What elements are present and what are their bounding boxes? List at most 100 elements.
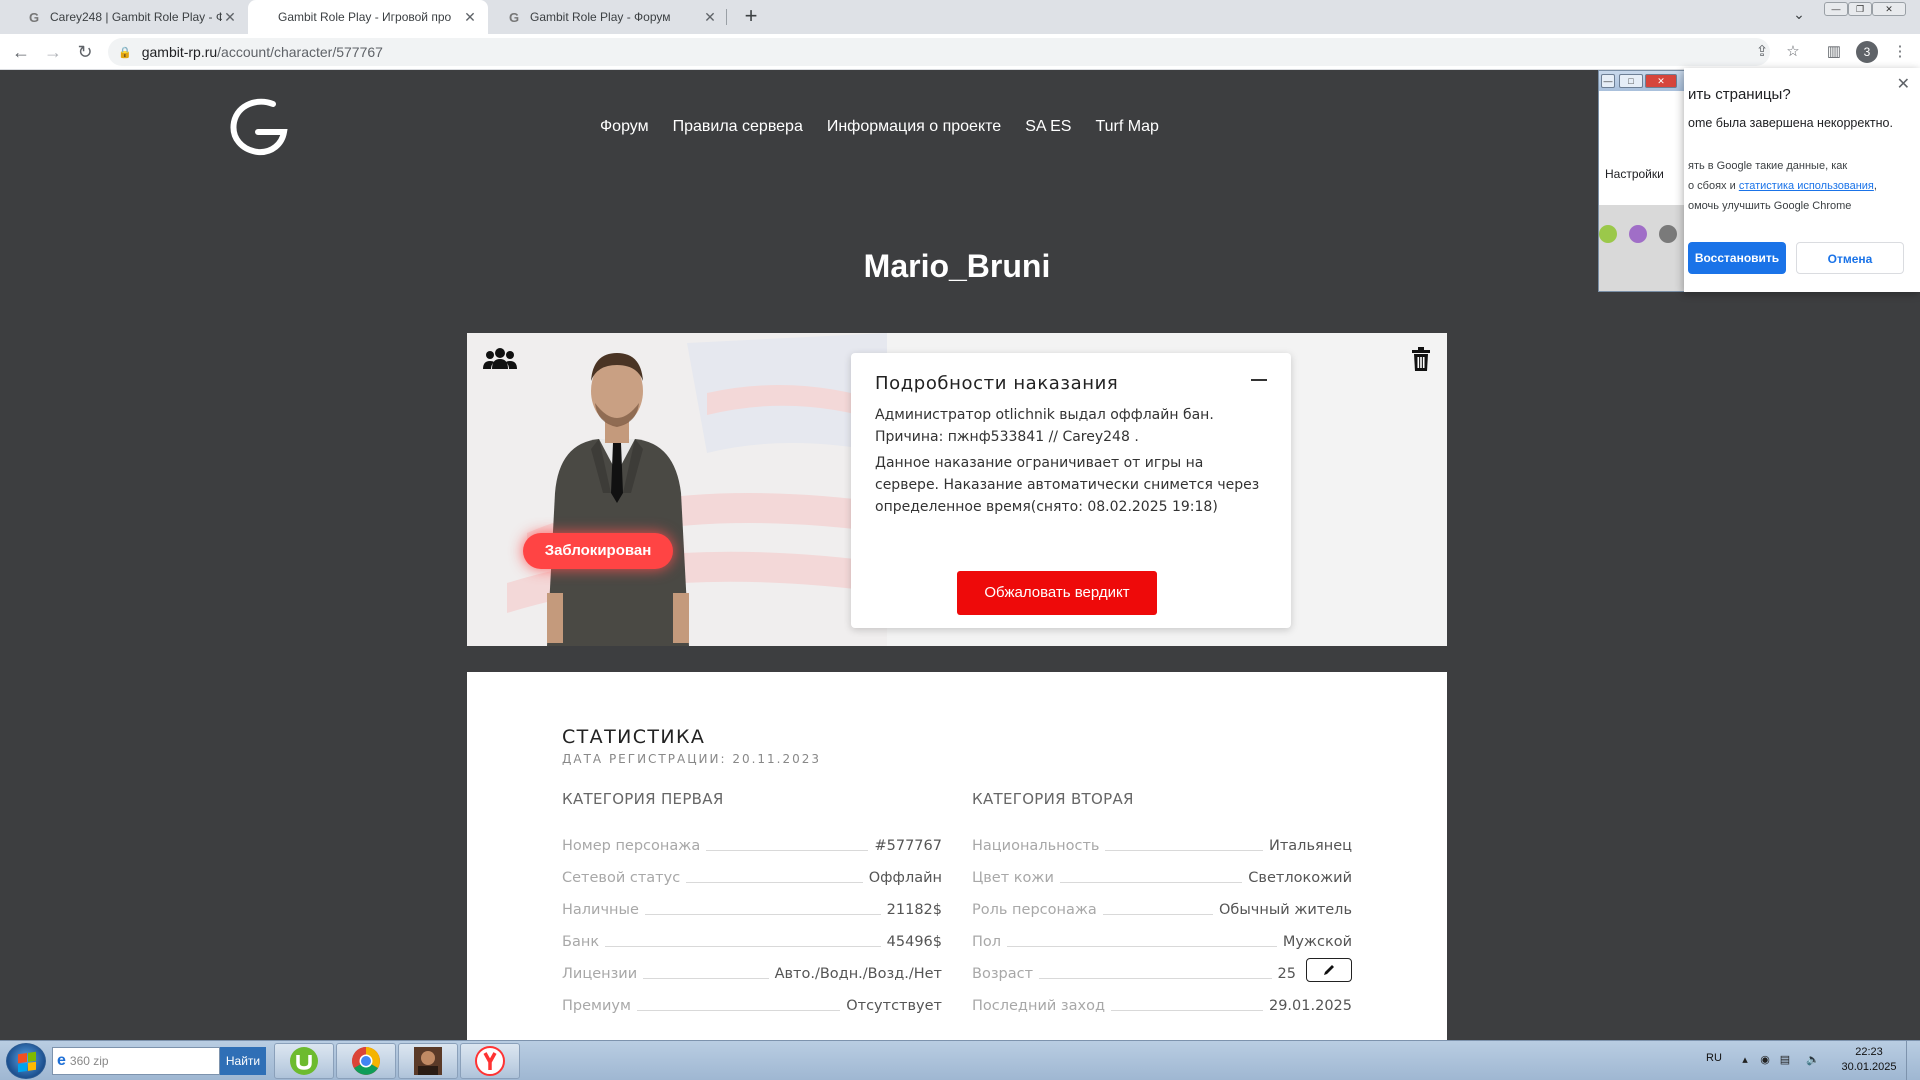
close-tab-icon[interactable]: ✕ bbox=[222, 9, 238, 26]
close-tab-icon[interactable]: ✕ bbox=[462, 9, 478, 26]
taskbar-search-input[interactable]: e 360 zip bbox=[52, 1047, 220, 1075]
blocked-status-badge: Заблокирован bbox=[523, 533, 673, 569]
taskbar-yandex[interactable] bbox=[460, 1043, 520, 1079]
green-swatch-icon[interactable] bbox=[1599, 225, 1617, 243]
trash-delete-icon[interactable] bbox=[1411, 347, 1431, 371]
close-tab-icon[interactable]: ✕ bbox=[702, 9, 718, 26]
nav-project-info[interactable]: Информация о проекте bbox=[827, 118, 1001, 136]
popup-details-line: омочь улучшить Google Chrome bbox=[1688, 200, 1852, 212]
stat-row-network-status: Сетевой статус Оффлайн bbox=[562, 854, 942, 886]
stat-value: Обычный житель bbox=[1219, 902, 1352, 918]
back-arrow-icon[interactable]: ← bbox=[10, 41, 32, 63]
show-desktop-button[interactable] bbox=[1906, 1041, 1920, 1080]
edit-age-button[interactable] bbox=[1306, 958, 1352, 982]
stat-label: Пол bbox=[972, 934, 1002, 950]
stats-column-second: КАТЕГОРИЯ ВТОРАЯ Национальность Итальянец… bbox=[972, 790, 1352, 1014]
stat-value: Отсутствует bbox=[846, 998, 942, 1014]
column-title: КАТЕГОРИЯ ПЕРВАЯ bbox=[562, 790, 724, 808]
settings-window-titlebar[interactable]: — □ ✕ bbox=[1599, 71, 1685, 91]
leader-line bbox=[1110, 1010, 1263, 1011]
taskbar-chrome[interactable] bbox=[336, 1043, 396, 1079]
tray-show-hidden-icon[interactable]: ▴ bbox=[1738, 1053, 1752, 1067]
nav-sa-es[interactable]: SA ES bbox=[1025, 118, 1071, 136]
share-icon[interactable]: ⇪ bbox=[1752, 42, 1772, 62]
cancel-button[interactable]: Отмена bbox=[1796, 242, 1904, 274]
restore-window-button[interactable]: ❐ bbox=[1848, 2, 1872, 16]
stat-row-character-number: Номер персонажа #577767 bbox=[562, 822, 942, 854]
keyboard-language[interactable]: RU bbox=[1706, 1052, 1722, 1064]
stat-label: Национальность bbox=[972, 838, 1100, 854]
close-popup-icon[interactable]: ✕ bbox=[1897, 74, 1910, 94]
appeal-verdict-button[interactable]: Обжаловать вердикт bbox=[957, 571, 1157, 615]
browser-tab-strip: G Carey248 | Gambit Role Play - Фо ✕ Gam… bbox=[0, 0, 1920, 34]
close-window-button[interactable]: ✕ bbox=[1872, 2, 1906, 16]
popup-details-line: ять в Google такие данные, как bbox=[1688, 160, 1848, 172]
url-host: gambit-rp.ru bbox=[141, 44, 218, 60]
stat-label: Банк bbox=[562, 934, 600, 950]
tab-title: Gambit Role Play - Игровой про bbox=[278, 10, 452, 24]
tray-volume-icon[interactable]: 🔈 bbox=[1806, 1053, 1820, 1067]
stat-label: Премиум bbox=[562, 998, 631, 1014]
forward-arrow-icon[interactable]: → bbox=[42, 41, 64, 63]
gray-swatch-icon[interactable] bbox=[1659, 225, 1677, 243]
column-title: КАТЕГОРИЯ ВТОРАЯ bbox=[972, 790, 1134, 808]
registration-date: ДАТА РЕГИСТРАЦИИ: 20.11.2023 bbox=[562, 752, 822, 766]
stat-value: Мужской bbox=[1282, 934, 1352, 950]
stat-value: Итальянец bbox=[1269, 838, 1352, 854]
leader-line bbox=[636, 1010, 841, 1011]
address-bar[interactable]: 🔒 gambit-rp.ru/account/character/577767 bbox=[108, 38, 1770, 66]
stat-label: Наличные bbox=[562, 902, 639, 918]
minimize-icon[interactable]: — bbox=[1601, 74, 1615, 88]
lock-icon: 🔒 bbox=[118, 46, 132, 59]
taskbar-game[interactable] bbox=[398, 1043, 458, 1079]
punishment-title: Подробности наказания bbox=[875, 373, 1119, 394]
tab-1[interactable]: G Carey248 | Gambit Role Play - Фо ✕ bbox=[8, 0, 248, 34]
punishment-details-panel: Подробности наказания Администратор otli… bbox=[851, 353, 1291, 628]
gambit-logo-icon[interactable] bbox=[228, 96, 290, 158]
system-clock[interactable]: 22:23 30.01.2025 bbox=[1836, 1045, 1902, 1075]
profile-avatar[interactable]: 3 bbox=[1856, 41, 1878, 63]
close-icon[interactable]: ✕ bbox=[1645, 74, 1677, 88]
statistics-title: СТАТИСТИКА bbox=[562, 726, 706, 748]
stat-row-age: Возраст 25 bbox=[972, 950, 1352, 982]
tab-separator bbox=[726, 9, 727, 25]
windows-taskbar: e 360 zip Найти RU ▴ ◉ ▤ 🔈 22:23 30.01.2… bbox=[0, 1040, 1920, 1080]
tab-3[interactable]: G Gambit Role Play - Форум ✕ bbox=[488, 0, 728, 34]
tab-title: Gambit Role Play - Форум bbox=[530, 10, 671, 24]
punishment-reason-line: Причина: пжнф533841 // Carey248 . bbox=[875, 429, 1139, 445]
menu-kebab-icon[interactable]: ⋮ bbox=[1890, 42, 1910, 62]
stat-row-bank: Банк 45496$ bbox=[562, 918, 942, 950]
stat-row-skin-color: Цвет кожи Светлокожий bbox=[972, 854, 1352, 886]
tray-network-icon[interactable]: ▤ bbox=[1778, 1053, 1792, 1067]
tab-search-chevron-icon[interactable]: ⌄ bbox=[1788, 6, 1810, 28]
stat-value: 21182$ bbox=[886, 902, 942, 918]
minimize-window-button[interactable]: — bbox=[1824, 2, 1848, 16]
new-tab-button[interactable]: + bbox=[738, 4, 764, 30]
windows-logo-icon bbox=[18, 1051, 36, 1073]
bookmark-star-icon[interactable]: ☆ bbox=[1783, 42, 1803, 62]
collapse-minus-icon[interactable] bbox=[1251, 379, 1267, 381]
start-button[interactable] bbox=[6, 1043, 46, 1079]
purple-swatch-icon[interactable] bbox=[1629, 225, 1647, 243]
popup-details-text: , bbox=[1873, 180, 1877, 192]
settings-window: — □ ✕ Настройки bbox=[1598, 70, 1686, 292]
usage-statistics-link[interactable]: статистика использования bbox=[1739, 180, 1874, 192]
side-panel-icon[interactable]: ▥ bbox=[1824, 42, 1844, 62]
browser-toolbar: ← → ↻ 🔒 gambit-rp.ru/account/character/5… bbox=[0, 34, 1920, 70]
nav-forum[interactable]: Форум bbox=[600, 118, 649, 136]
restore-pages-popup: ить страницы? ✕ ome была завершена некор… bbox=[1684, 68, 1920, 292]
reload-icon[interactable]: ↻ bbox=[74, 41, 96, 63]
settings-window-body bbox=[1599, 91, 1685, 153]
leader-line bbox=[643, 978, 769, 979]
nav-turf-map[interactable]: Turf Map bbox=[1095, 118, 1158, 136]
tab-2[interactable]: Gambit Role Play - Игровой про ✕ bbox=[248, 0, 488, 34]
restore-button[interactable]: Восстановить bbox=[1688, 242, 1786, 274]
stat-value: 45496$ bbox=[886, 934, 942, 950]
taskbar-utorrent[interactable] bbox=[274, 1043, 334, 1079]
search-go-button[interactable]: Найти bbox=[220, 1047, 266, 1075]
leader-line bbox=[1105, 850, 1263, 851]
nav-server-rules[interactable]: Правила сервера bbox=[673, 118, 803, 136]
maximize-icon[interactable]: □ bbox=[1619, 74, 1643, 88]
popup-details-text: о сбоях и bbox=[1688, 180, 1739, 192]
tray-app-icon[interactable]: ◉ bbox=[1758, 1053, 1772, 1067]
